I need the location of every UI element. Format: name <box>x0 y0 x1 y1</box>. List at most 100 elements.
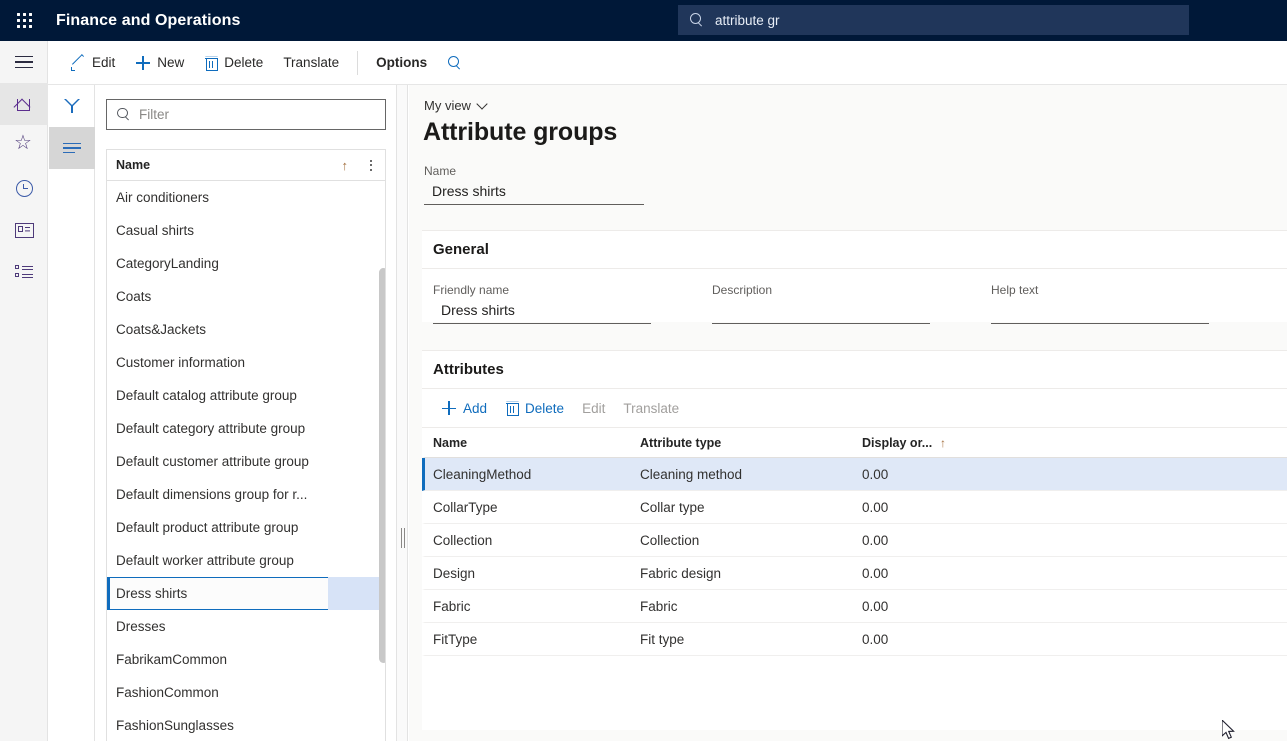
list-item-label: Casual shirts <box>116 223 194 238</box>
list-item-label: FashionCommon <box>116 685 219 700</box>
list-item[interactable]: Dresses <box>107 610 385 643</box>
list-item-label: Default catalog attribute group <box>116 388 297 403</box>
edit-button-label: Edit <box>92 55 115 70</box>
waffle-menu-button[interactable] <box>0 0 48 41</box>
options-button[interactable]: Options <box>366 47 437 79</box>
workspace-card-icon <box>15 223 34 238</box>
list-item-label: Default customer attribute group <box>116 454 309 469</box>
table-row[interactable]: FitTypeFit type0.00 <box>422 623 1287 656</box>
list-item[interactable]: FashionCommon <box>107 676 385 709</box>
general-section-header[interactable]: General <box>422 231 1287 269</box>
description-input[interactable] <box>712 302 930 324</box>
list-column-header[interactable]: Name ↑ <box>106 149 386 181</box>
list-item[interactable]: Default catalog attribute group <box>107 379 385 412</box>
list-item[interactable]: CategoryLanding <box>107 247 385 280</box>
search-icon <box>117 108 131 122</box>
nav-item-modules[interactable] <box>0 251 48 293</box>
attributes-section: Attributes Add Delete Edit Translate Nam… <box>422 350 1287 730</box>
list-pane: Filter Name ↑ Air conditioners Casual shi… <box>96 85 396 741</box>
help-text-label: Help text <box>991 283 1259 297</box>
action-pane-separator <box>357 51 358 75</box>
nav-item-recent[interactable] <box>0 167 48 209</box>
delete-button-label: Delete <box>224 55 263 70</box>
cell-attribute-type: Fit type <box>640 632 862 647</box>
list-item[interactable]: Customer information <box>107 346 385 379</box>
edit-button[interactable]: Edit <box>60 47 125 79</box>
translate-button[interactable]: Translate <box>273 47 349 79</box>
list-item[interactable]: Dress shirts <box>107 577 329 610</box>
table-row[interactable]: DesignFabric design0.00 <box>422 557 1287 590</box>
list-item-label: Default dimensions group for r... <box>116 487 307 502</box>
list-selection-highlight <box>328 577 386 610</box>
list-column-header-label: Name <box>116 158 342 172</box>
help-text-input[interactable] <box>991 302 1209 324</box>
list-item[interactable]: FabrikamCommon <box>107 643 385 676</box>
friendly-name-input[interactable]: Dress shirts <box>433 302 651 324</box>
column-header-display-order[interactable]: Display or... ↑ <box>862 436 982 450</box>
name-field-group: Name Dress shirts <box>424 164 644 205</box>
nav-item-workspaces[interactable] <box>0 209 48 251</box>
cell-name: Design <box>425 566 640 581</box>
filter-pane-toggle[interactable] <box>49 85 95 127</box>
cell-name: CollarType <box>425 500 640 515</box>
list-item[interactable]: Default worker attribute group <box>107 544 385 577</box>
cell-display-order: 0.00 <box>862 566 982 581</box>
pane-splitter[interactable] <box>396 85 408 741</box>
list-pane-toggle[interactable] <box>49 127 95 169</box>
list-scrollbar-thumb[interactable] <box>379 268 386 663</box>
list-item[interactable]: Coats&Jackets <box>107 313 385 346</box>
table-row[interactable]: CleaningMethodCleaning method0.00 <box>422 458 1287 491</box>
list-item[interactable]: Default category attribute group <box>107 412 385 445</box>
menu-button[interactable] <box>0 41 48 83</box>
cell-attribute-type: Cleaning method <box>640 467 862 482</box>
cell-name: Collection <box>425 533 640 548</box>
table-row[interactable]: CollarTypeCollar type0.00 <box>422 491 1287 524</box>
view-selector-label: My view <box>424 98 471 113</box>
hamburger-icon <box>15 56 33 69</box>
list-item[interactable]: Default customer attribute group <box>107 445 385 478</box>
list-item-label: Default product attribute group <box>116 520 298 535</box>
delete-attribute-button[interactable]: Delete <box>496 394 573 422</box>
filter-placeholder: Filter <box>139 107 169 122</box>
cell-attribute-type: Fabric design <box>640 566 862 581</box>
add-attribute-button[interactable]: Add <box>432 394 496 422</box>
list-item[interactable]: Default product attribute group <box>107 511 385 544</box>
table-row[interactable]: FabricFabric0.00 <box>422 590 1287 623</box>
table-row[interactable]: CollectionCollection0.00 <box>422 524 1287 557</box>
list-item-label: Coats&Jackets <box>116 322 206 337</box>
attributes-grid-header: Name Attribute type Display or... ↑ <box>422 428 1287 458</box>
view-selector[interactable]: My view <box>424 98 486 113</box>
nav-item-home[interactable] <box>0 83 48 125</box>
friendly-name-label: Friendly name <box>433 283 701 297</box>
list-item-label: Dress shirts <box>116 586 187 601</box>
edit-attribute-button: Edit <box>573 394 614 422</box>
nav-item-favorites[interactable] <box>0 125 48 167</box>
delete-button[interactable]: Delete <box>194 47 273 79</box>
new-button[interactable]: New <box>125 47 194 79</box>
cell-name: CleaningMethod <box>425 467 640 482</box>
name-field-input[interactable]: Dress shirts <box>424 183 644 205</box>
action-search-button[interactable] <box>437 47 473 79</box>
lines-icon <box>63 143 81 154</box>
list-item-label: CategoryLanding <box>116 256 219 271</box>
more-vertical-icon[interactable] <box>362 156 380 174</box>
cell-display-order: 0.00 <box>862 500 982 515</box>
search-icon <box>690 13 705 28</box>
global-search-input[interactable]: attribute gr <box>678 5 1189 35</box>
attributes-section-header[interactable]: Attributes <box>422 351 1287 389</box>
list-item[interactable]: Air conditioners <box>107 181 385 214</box>
list-item[interactable]: FashionSunglasses <box>107 709 385 741</box>
page-title: Attribute groups <box>423 118 617 147</box>
list-item[interactable]: Default dimensions group for r... <box>107 478 385 511</box>
column-header-name[interactable]: Name <box>425 436 640 450</box>
list-item[interactable]: Coats <box>107 280 385 313</box>
filter-input[interactable]: Filter <box>106 99 386 130</box>
waffle-grid-icon <box>17 13 32 28</box>
home-icon <box>15 96 34 113</box>
plus-icon <box>441 400 457 416</box>
list-item-label: Default worker attribute group <box>116 553 294 568</box>
list-item-label: FashionSunglasses <box>116 718 234 733</box>
list-item[interactable]: Casual shirts <box>107 214 385 247</box>
list-scrollbar-track[interactable] <box>379 181 386 741</box>
column-header-attribute-type[interactable]: Attribute type <box>640 436 862 450</box>
